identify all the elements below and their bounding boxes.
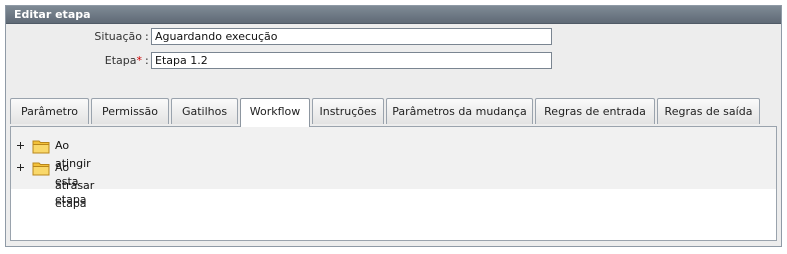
etapa-field[interactable]: Etapa 1.2 — [151, 52, 552, 69]
folder-icon — [32, 140, 50, 154]
tab-instrucoes[interactable]: Instruções — [312, 98, 384, 124]
tab-regras-saida[interactable]: Regras de saída — [657, 98, 760, 124]
tab-regras-entrada[interactable]: Regras de entrada — [535, 98, 655, 124]
required-marker: * — [136, 54, 143, 67]
tab-permissao[interactable]: Permissão — [91, 98, 169, 124]
etapa-label: Etapa — [104, 54, 137, 67]
workflow-tree: Ao atingir esta etapa Ao atrasar etapa — [11, 127, 776, 210]
workflow-tab-content: Ao atingir esta etapa Ao atrasar etapa — [10, 126, 777, 241]
expand-plus-icon[interactable] — [17, 142, 24, 149]
tab-parametro[interactable]: Parâmetro — [10, 98, 89, 124]
edit-stage-panel: Editar etapa Situação : Aguardando execu… — [5, 5, 782, 247]
panel-title: Editar etapa — [6, 6, 781, 24]
situacao-field[interactable]: Aguardando execução — [151, 28, 552, 45]
tree-item-label: Ao atrasar etapa — [55, 161, 95, 210]
situacao-label: Situação — [94, 30, 142, 43]
tab-workflow[interactable]: Workflow — [240, 98, 310, 127]
folder-icon — [32, 162, 50, 176]
etapa-label-wrap: Etapa* — [6, 52, 142, 69]
tab-parametros-mudanca[interactable]: Parâmetros da mudança — [386, 98, 533, 124]
colon-separator: : — [145, 54, 149, 67]
colon-separator: : — [145, 30, 149, 43]
expand-plus-icon[interactable] — [17, 164, 24, 171]
tab-gatilhos[interactable]: Gatilhos — [171, 98, 238, 124]
